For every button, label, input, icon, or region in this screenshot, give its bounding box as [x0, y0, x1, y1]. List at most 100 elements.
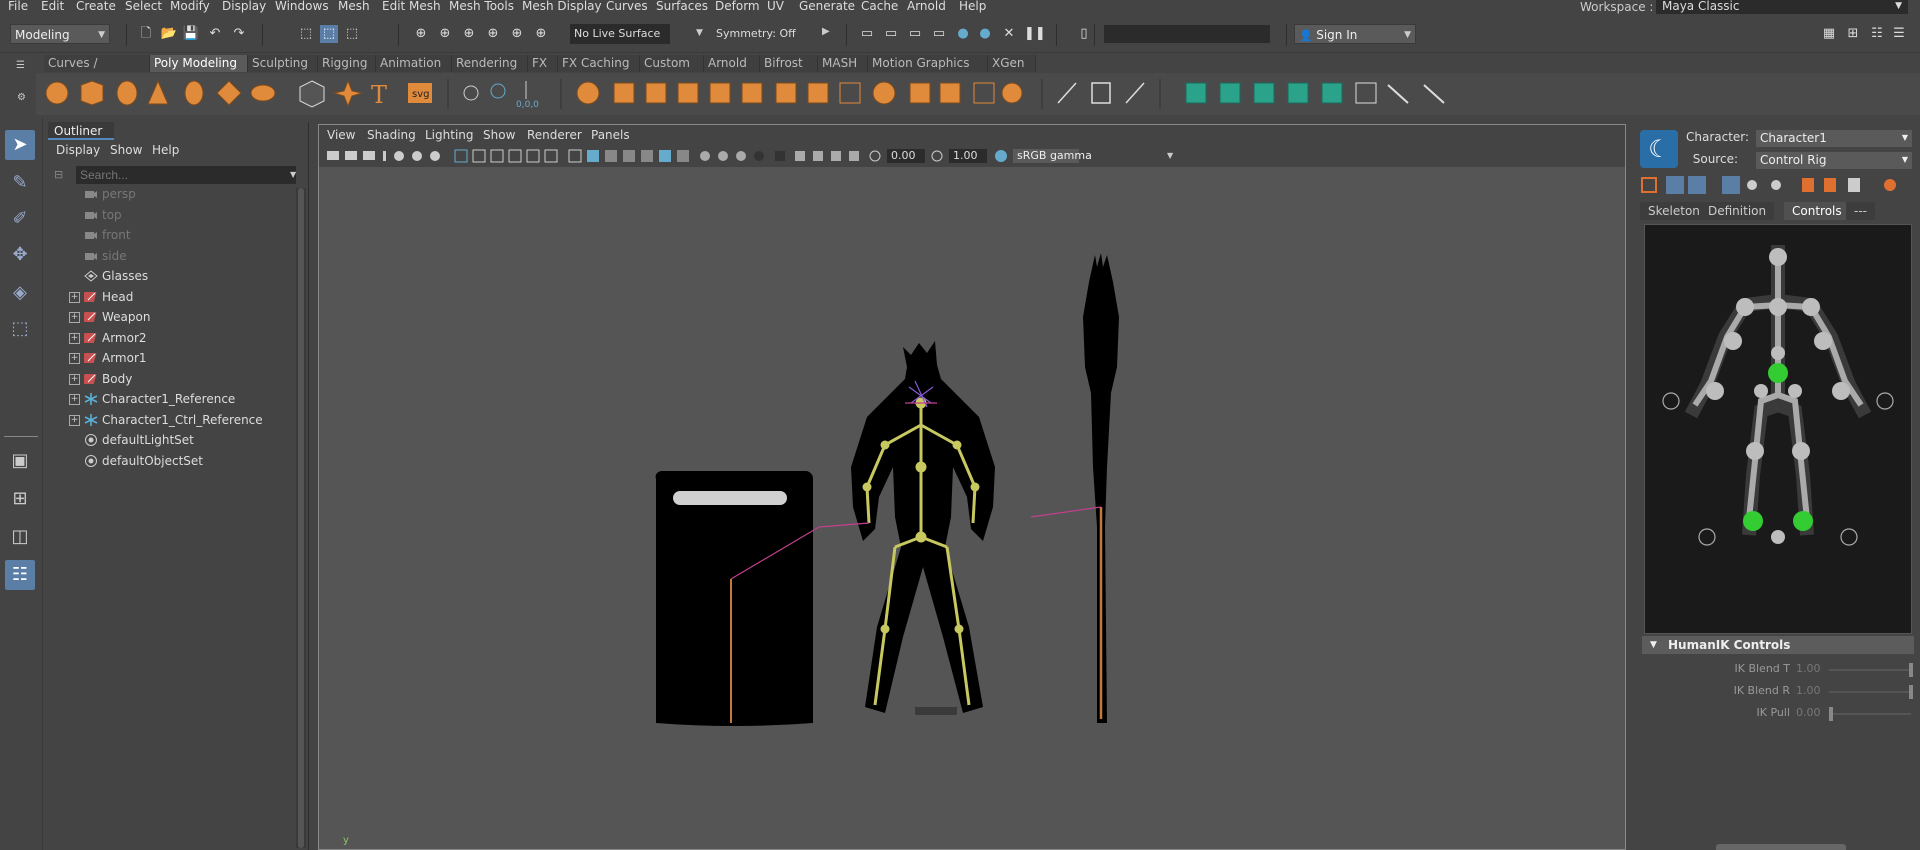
- ik-pull-slider[interactable]: [1829, 707, 1911, 721]
- paint-select-tool-icon[interactable]: ✐: [5, 204, 35, 234]
- modeling-toolkit-icon[interactable]: ⊞: [1844, 25, 1862, 43]
- outliner-item-side[interactable]: side: [44, 246, 294, 266]
- menu-generate[interactable]: Generate: [799, 0, 855, 12]
- source-dropdown[interactable]: Control Rig ▼: [1756, 152, 1912, 169]
- tab-xgen[interactable]: XGen: [988, 55, 1036, 72]
- menu-mesh-tools[interactable]: Mesh Tools: [449, 0, 514, 12]
- four-view-icon[interactable]: ⊞: [5, 484, 35, 514]
- exposure-value[interactable]: 0.00: [891, 149, 916, 162]
- vp-menu-view[interactable]: View: [327, 128, 355, 142]
- single-perspective-icon[interactable]: ▣: [5, 446, 35, 476]
- outliner-layout-icon[interactable]: ☷: [5, 560, 35, 590]
- ik-blend-t-value[interactable]: 1.00: [1796, 662, 1821, 675]
- open-scene-icon[interactable]: 📂: [160, 25, 178, 43]
- menu-surfaces[interactable]: Surfaces: [656, 0, 708, 12]
- hypershade-icon[interactable]: ●: [954, 25, 972, 43]
- persp-outliner-icon[interactable]: ◫: [5, 522, 35, 552]
- tab-fx-caching[interactable]: FX Caching: [558, 55, 640, 72]
- outliner-item-front[interactable]: front: [44, 225, 294, 245]
- render-frame-icon[interactable]: ▭: [882, 25, 900, 43]
- ik-blend-r-value[interactable]: 1.00: [1796, 684, 1821, 697]
- chevron-down-icon[interactable]: ▼: [290, 170, 296, 179]
- outliner-item-character1-ctrl-reference[interactable]: + Character1_Ctrl_Reference: [44, 410, 294, 430]
- select-object-icon[interactable]: ⬚: [320, 25, 338, 43]
- vp-menu-panels[interactable]: Panels: [591, 128, 630, 142]
- panel-layout-icon[interactable]: ▯: [1075, 25, 1093, 43]
- outliner-menu-help[interactable]: Help: [152, 143, 179, 157]
- arnold-ipr-icon[interactable]: ✕: [1000, 25, 1018, 43]
- character-dropdown[interactable]: Character1 ▼: [1756, 130, 1912, 147]
- tab-arnold[interactable]: Arnold: [704, 55, 760, 72]
- snap-grid-icon[interactable]: ⊕: [412, 25, 430, 43]
- tab-motion-graphics[interactable]: Motion Graphics: [868, 55, 988, 72]
- chevron-down-icon[interactable]: ▼: [1167, 151, 1173, 160]
- layout-icon[interactable]: ▦: [1820, 25, 1838, 43]
- expand-icon[interactable]: +: [69, 312, 80, 323]
- render-settings-icon[interactable]: ▭: [930, 25, 948, 43]
- select-tool-icon[interactable]: ➤: [5, 130, 35, 160]
- tab-custom[interactable]: Custom: [640, 55, 704, 72]
- vp-menu-show[interactable]: Show: [483, 128, 515, 142]
- outliner-menu-show[interactable]: Show: [110, 143, 142, 157]
- shelf-menu-icon[interactable]: ☰: [16, 60, 25, 71]
- rotate-tool-icon[interactable]: ◈: [5, 278, 35, 308]
- panel-scroll-handle[interactable]: [1716, 844, 1846, 850]
- tab-fx[interactable]: FX: [528, 55, 558, 72]
- outliner-item-armor1[interactable]: + Armor1: [44, 348, 294, 368]
- symmetry-field[interactable]: Symmetry: Off: [712, 24, 812, 44]
- sign-in-dropdown[interactable]: 👤 Sign In ▼: [1294, 24, 1416, 44]
- tab-controls[interactable]: Controls: [1784, 202, 1850, 220]
- snap-surface-icon[interactable]: ⊕: [508, 25, 526, 43]
- outliner-item-armor2[interactable]: + Armor2: [44, 328, 294, 348]
- menu-help[interactable]: Help: [959, 0, 986, 12]
- vp-menu-shading[interactable]: Shading: [367, 128, 416, 142]
- tab-more[interactable]: ---: [1846, 202, 1875, 220]
- slider-knob[interactable]: [1909, 685, 1913, 699]
- arrow-right-icon[interactable]: ▶: [822, 26, 830, 37]
- redo-icon[interactable]: ↷: [230, 25, 248, 43]
- live-surface-field[interactable]: No Live Surface: [570, 24, 670, 44]
- select-hierarchy-icon[interactable]: ⬚: [297, 25, 315, 43]
- render-view-icon[interactable]: ▭: [858, 25, 876, 43]
- outliner-tab[interactable]: Outliner: [48, 122, 114, 140]
- outliner-item-body[interactable]: + Body: [44, 369, 294, 389]
- ik-pull-value[interactable]: 0.00: [1796, 706, 1821, 719]
- arnold-render-icon[interactable]: ●: [976, 25, 994, 43]
- tab-definition[interactable]: Definition: [1700, 202, 1775, 220]
- outliner-menu-display[interactable]: Display: [56, 143, 100, 157]
- menu-create[interactable]: Create: [76, 0, 116, 12]
- outliner-item-weapon[interactable]: + Weapon: [44, 307, 294, 327]
- menu-curves[interactable]: Curves: [606, 0, 648, 12]
- workspace-dropdown[interactable]: Maya Classic ▼: [1656, 0, 1908, 14]
- tab-sculpting[interactable]: Sculpting: [248, 55, 318, 72]
- snap-pivot-icon[interactable]: ⊕: [532, 25, 550, 43]
- pause-icon[interactable]: ❚❚: [1024, 25, 1046, 43]
- menu-mesh[interactable]: Mesh: [338, 0, 370, 12]
- chevron-down-icon[interactable]: ▼: [696, 28, 703, 38]
- scrollbar-thumb[interactable]: [298, 188, 304, 848]
- outliner-item-glasses[interactable]: Glasses: [44, 266, 294, 286]
- menu-arnold[interactable]: Arnold: [907, 0, 946, 12]
- outliner-scrollbar[interactable]: [296, 188, 306, 848]
- menu-modify[interactable]: Modify: [170, 0, 210, 12]
- attribute-editor-icon[interactable]: ☰: [1890, 25, 1908, 43]
- menu-deform[interactable]: Deform: [715, 0, 760, 12]
- menu-edit-mesh[interactable]: Edit Mesh: [382, 0, 441, 12]
- tab-rigging[interactable]: Rigging: [318, 55, 376, 72]
- menu-display[interactable]: Display: [222, 0, 266, 12]
- hik-figure[interactable]: [1644, 224, 1912, 634]
- move-tool-icon[interactable]: ✥: [5, 240, 35, 270]
- channel-box-icon[interactable]: ☷: [1868, 25, 1886, 43]
- expand-icon[interactable]: +: [69, 353, 80, 364]
- shelf-settings-icon[interactable]: ⚙: [17, 92, 26, 103]
- outliner-item-defaultobjectset[interactable]: defaultObjectSet: [44, 451, 294, 471]
- outliner-item-top[interactable]: top: [44, 205, 294, 225]
- tab-poly-modeling[interactable]: Poly Modeling: [150, 55, 248, 72]
- outliner-item-head[interactable]: + Head: [44, 287, 294, 307]
- ik-blend-r-slider[interactable]: [1829, 685, 1913, 699]
- slider-knob[interactable]: [1909, 663, 1913, 677]
- ipr-render-icon[interactable]: ▭: [906, 25, 924, 43]
- mode-dropdown[interactable]: Modeling ▼: [10, 24, 110, 44]
- command-field[interactable]: [1104, 25, 1270, 43]
- expand-icon[interactable]: +: [69, 332, 80, 344]
